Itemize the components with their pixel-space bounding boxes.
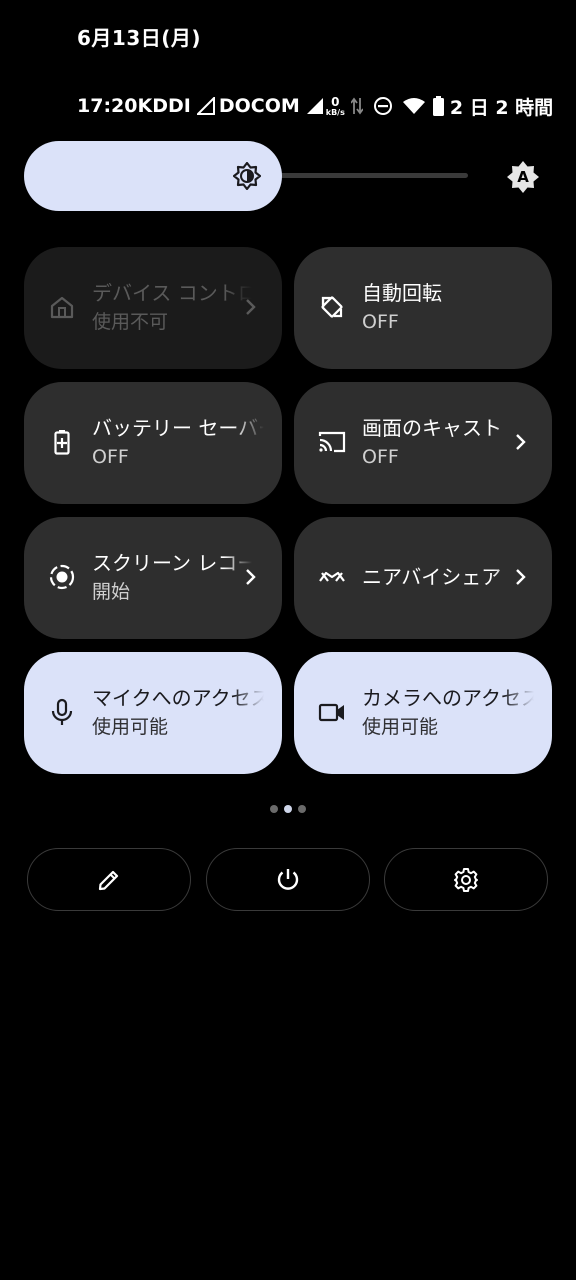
- carrier-2-label: DOCOM: [218, 95, 300, 117]
- signal-full-icon: [306, 97, 324, 115]
- data-arrows-icon: [350, 96, 363, 116]
- tile-mic-access[interactable]: マイクへのアクセス 使用可能: [24, 652, 282, 774]
- tile-battery-saver[interactable]: バッテリー セーバー OFF: [24, 382, 282, 504]
- settings-icon: [454, 867, 478, 892]
- chevron-right-icon: [240, 297, 260, 317]
- tile-title: スクリーン レコード: [92, 551, 252, 575]
- tile-title: マイクへのアクセス: [92, 686, 264, 710]
- edit-button[interactable]: [27, 848, 191, 911]
- rotate-icon: [318, 293, 346, 321]
- signal-icon: [196, 97, 215, 115]
- mic-icon: [48, 698, 76, 726]
- alarm-remaining-label: 2 日 2 時間: [449, 96, 554, 119]
- data-rate-value: 0: [331, 94, 340, 109]
- tile-subtitle: 使用不可: [92, 311, 169, 333]
- carrier-1-label: KDDI: [137, 95, 191, 117]
- battery-icon: [432, 96, 444, 116]
- auto-brightness-label: A: [517, 168, 529, 186]
- battery-saver-icon: [48, 428, 76, 456]
- screen-record-icon: [48, 563, 76, 591]
- do-not-disturb-icon: [373, 96, 393, 116]
- settings-button[interactable]: [384, 848, 548, 911]
- tile-subtitle: OFF: [92, 446, 129, 468]
- chevron-right-icon: [510, 567, 530, 587]
- date-label: 6月13日(月): [77, 26, 202, 50]
- tile-title: カメラへのアクセス: [362, 686, 534, 710]
- data-rate-unit: kB/s: [325, 107, 345, 117]
- page-dot: [270, 805, 278, 813]
- tile-subtitle: 使用可能: [92, 716, 169, 738]
- auto-brightness-icon[interactable]: A: [506, 160, 540, 194]
- brightness-icon: [232, 161, 262, 191]
- edit-icon: [98, 870, 119, 890]
- tile-camera-access[interactable]: カメラへのアクセス 使用可能: [294, 652, 552, 774]
- tile-subtitle: OFF: [362, 311, 399, 333]
- power-icon: [277, 868, 299, 890]
- data-rate: 0 kB/s: [326, 96, 345, 117]
- tile-screen-record[interactable]: スクリーン レコード 開始: [24, 517, 282, 639]
- tile-device-controls[interactable]: デバイス コントロール 使用不可: [24, 247, 282, 369]
- tile-screen-cast[interactable]: 画面のキャスト OFF: [294, 382, 552, 504]
- tile-title: 自動回転: [362, 281, 442, 305]
- page-dot: [298, 805, 306, 813]
- tile-nearby-share[interactable]: ニアバイシェア: [294, 517, 552, 639]
- tile-auto-rotate[interactable]: 自動回転 OFF: [294, 247, 552, 369]
- tile-title: 画面のキャスト: [362, 416, 502, 440]
- tile-subtitle: 開始: [92, 581, 131, 603]
- page-dot-current: [284, 805, 292, 813]
- status-bar: 17:20 KDDI DOCOM 0 kB/s 2 日 2 時間: [77, 92, 553, 120]
- chevron-right-icon: [240, 567, 260, 587]
- wifi-icon: [402, 97, 425, 115]
- tile-subtitle: OFF: [362, 446, 399, 468]
- tile-subtitle: 使用可能: [362, 716, 439, 738]
- chevron-right-icon: [510, 432, 530, 452]
- tile-title: バッテリー セーバー: [92, 416, 264, 440]
- brightness-track[interactable]: [276, 173, 468, 178]
- home-icon: [48, 293, 76, 321]
- tile-title: デバイス コントロール: [92, 281, 252, 305]
- power-button[interactable]: [206, 848, 370, 911]
- nearby-share-icon: [318, 563, 346, 591]
- status-time: 17:20: [77, 95, 138, 117]
- camera-icon: [318, 698, 346, 726]
- cast-icon: [318, 428, 346, 456]
- tile-title: ニアバイシェア: [362, 565, 502, 589]
